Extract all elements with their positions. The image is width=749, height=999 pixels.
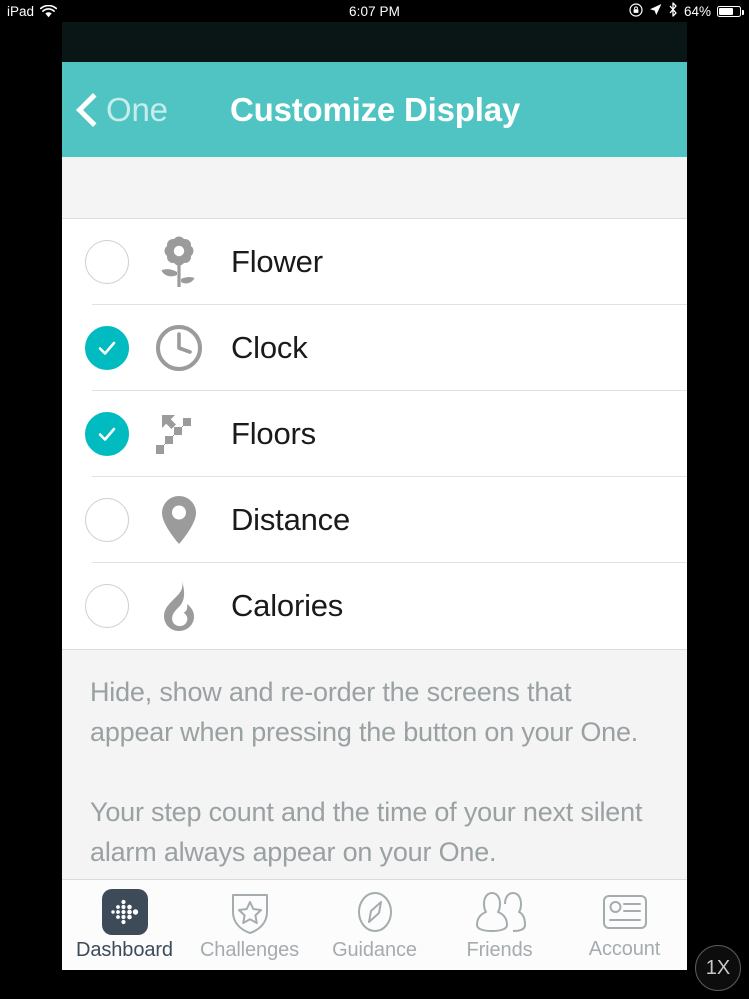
tab-guidance[interactable]: Guidance	[312, 880, 437, 970]
option-label: Calories	[231, 588, 344, 623]
app-top-filler	[62, 22, 687, 62]
checkmark-icon	[98, 427, 116, 441]
bottom-tab-bar: Dashboard Challenges Guidance Friends Ac…	[62, 879, 687, 970]
back-button-label: One	[106, 90, 168, 128]
rotation-lock-icon	[629, 2, 643, 20]
compass-icon	[357, 891, 392, 932]
tab-label: Guidance	[332, 938, 417, 961]
option-label: Clock	[231, 330, 308, 365]
map-pin-icon	[151, 494, 207, 546]
battery-icon	[717, 5, 744, 17]
clock-icon	[151, 323, 207, 373]
zoom-scale-label: 1X	[705, 956, 731, 979]
tab-label: Dashboard	[76, 938, 173, 961]
navigation-bar: One Customize Display	[62, 62, 687, 157]
checkbox-clock[interactable]	[85, 326, 129, 370]
option-row-clock[interactable]: Clock	[62, 305, 687, 391]
checkbox-calories[interactable]	[85, 584, 129, 628]
id-card-icon	[602, 894, 647, 929]
friends-icon	[475, 891, 526, 932]
zoom-scale-button[interactable]: 1X	[695, 945, 741, 991]
checkmark-icon	[98, 341, 116, 355]
fitbit-logo-icon	[101, 888, 148, 935]
option-label: Flower	[231, 244, 323, 279]
tab-friends[interactable]: Friends	[437, 880, 562, 970]
option-row-floors[interactable]: Floors	[62, 391, 687, 477]
app-viewport: One Customize Display Flower Clock Floor…	[62, 22, 687, 970]
tab-challenges[interactable]: Challenges	[187, 880, 312, 970]
option-row-distance[interactable]: Distance	[62, 477, 687, 563]
checkbox-distance[interactable]	[85, 498, 129, 542]
flower-icon	[151, 235, 207, 289]
note-paragraph-1: Hide, show and re-order the screens that…	[90, 677, 639, 747]
status-bar-right: 64%	[629, 2, 744, 20]
battery-percent-label: 64%	[683, 3, 711, 19]
flame-icon	[151, 579, 207, 633]
ios-status-bar: iPad 6:07 PM 64%	[0, 0, 749, 22]
checkbox-floors[interactable]	[85, 412, 129, 456]
location-arrow-icon	[649, 3, 662, 19]
option-label: Distance	[231, 502, 351, 537]
footer-note: Hide, show and re-order the screens that…	[62, 649, 687, 881]
display-options-list: Flower Clock Floors Distance Calories	[62, 219, 687, 649]
shield-star-icon	[231, 893, 268, 934]
option-row-calories[interactable]: Calories	[62, 563, 687, 649]
stairs-icon	[151, 409, 207, 459]
page-title: Customize Display	[230, 90, 521, 128]
tab-label: Account	[588, 937, 661, 960]
back-button[interactable]: One	[76, 91, 168, 129]
tab-label: Challenges	[199, 938, 300, 961]
tab-label: Friends	[466, 938, 533, 961]
list-top-spacer	[62, 157, 687, 219]
note-paragraph-2: Your step count and the time of your nex…	[90, 797, 643, 867]
checkbox-flower[interactable]	[85, 240, 129, 284]
ipad-screen: iPad 6:07 PM 64% One Customize Display F…	[0, 0, 749, 999]
chevron-left-icon	[76, 93, 96, 127]
tab-account[interactable]: Account	[562, 880, 687, 970]
option-label: Floors	[231, 416, 316, 451]
option-row-flower[interactable]: Flower	[62, 219, 687, 305]
bluetooth-icon	[668, 2, 678, 20]
tab-dashboard[interactable]: Dashboard	[62, 880, 187, 970]
